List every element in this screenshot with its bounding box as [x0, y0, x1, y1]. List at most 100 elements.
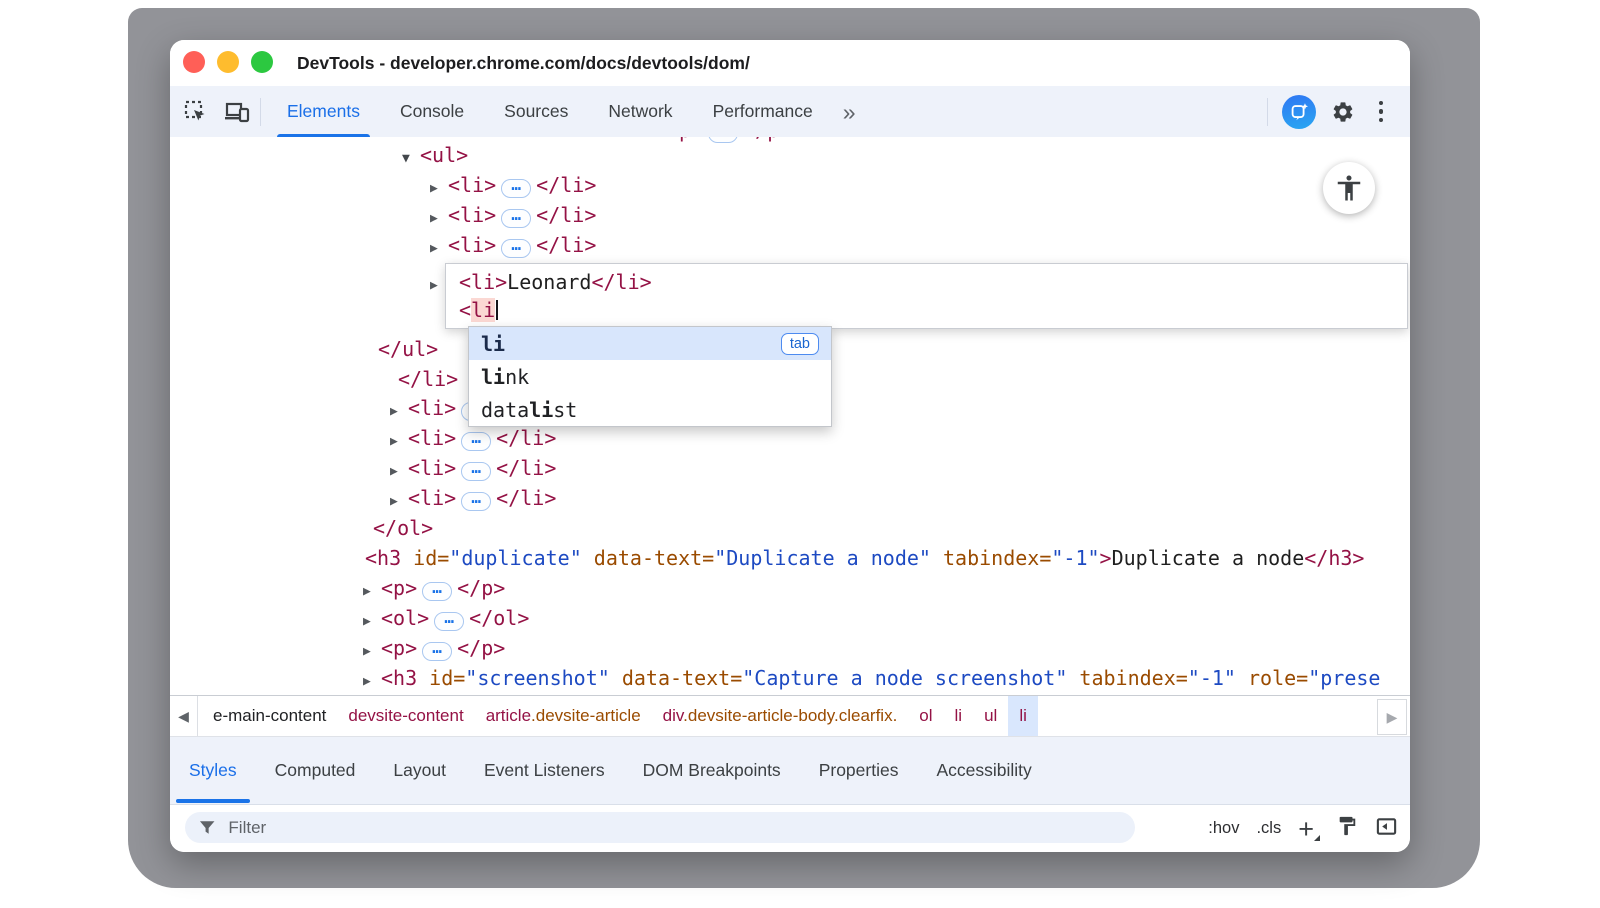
- breadcrumb-scroll-right-button[interactable]: ▶: [1377, 699, 1407, 735]
- edit-line-1: <li>Leonard</li>: [459, 268, 1407, 296]
- breadcrumb-item-devsite-content[interactable]: devsite-content: [337, 696, 474, 736]
- toggle-sidebar-button[interactable]: [1375, 815, 1398, 843]
- code-token-attr: data-text=: [582, 546, 714, 570]
- ellipsis-pill[interactable]: …: [422, 642, 452, 661]
- ellipsis-pill[interactable]: …: [708, 137, 738, 143]
- tab-layout[interactable]: Layout: [374, 737, 465, 804]
- expand-arrow-icon[interactable]: ▶: [430, 235, 448, 263]
- tab-network[interactable]: Network: [588, 86, 692, 137]
- ellipsis-pill[interactable]: …: [422, 582, 452, 601]
- tab-computed[interactable]: Computed: [256, 737, 375, 804]
- stage: DevTools - developer.chrome.com/docs/dev…: [0, 0, 1600, 908]
- chevron-right-icon: ▶: [1387, 709, 1398, 726]
- dom-tree-row[interactable]: ▶<li>…</li>: [430, 171, 596, 199]
- breadcrumb-item-ul[interactable]: ul: [973, 696, 1008, 736]
- ellipsis-pill[interactable]: …: [461, 492, 491, 511]
- dom-tree-row[interactable]: ▼<ul>: [402, 141, 468, 169]
- text-caret: [496, 300, 498, 320]
- expand-arrow-icon[interactable]: ▶: [363, 608, 381, 636]
- class-toggle-button[interactable]: .cls: [1256, 819, 1281, 838]
- ellipsis-pill[interactable]: …: [501, 239, 531, 258]
- traffic-light-minimize-button[interactable]: [217, 51, 239, 73]
- tab-event-listeners[interactable]: Event Listeners: [465, 737, 624, 804]
- tab-accessibility[interactable]: Accessibility: [917, 737, 1050, 804]
- dom-tree-row[interactable]: <h3 id="duplicate" data-text="Duplicate …: [365, 544, 1364, 572]
- node-edit-box[interactable]: <li>Leonard</li> <li: [445, 263, 1408, 329]
- autocomplete-item-li[interactable]: litab: [469, 327, 831, 360]
- ellipsis-pill[interactable]: …: [461, 432, 491, 451]
- dom-tree-row[interactable]: ▶<ol>…</ol>: [363, 604, 529, 632]
- code-token-tag: </li>: [536, 233, 596, 257]
- collapse-arrow-icon[interactable]: ▼: [402, 145, 420, 173]
- traffic-light-close-button[interactable]: [183, 51, 205, 73]
- edit-line-2[interactable]: <li: [459, 296, 1407, 324]
- expand-arrow-icon[interactable]: ▶: [430, 175, 448, 203]
- expand-arrow-icon[interactable]: ▶: [390, 488, 408, 516]
- settings-button[interactable]: [1324, 93, 1362, 131]
- dom-tree-row[interactable]: ▶<li>…</li>: [390, 424, 556, 452]
- code-token-tag: </h3>: [1304, 546, 1364, 570]
- dom-tree-row[interactable]: ▶<li>…</li>: [430, 201, 596, 229]
- dom-tree-row[interactable]: </ul>: [378, 335, 438, 363]
- autocomplete-item-link[interactable]: link: [469, 360, 831, 393]
- dom-tree-row[interactable]: ▶<p>…</p>: [363, 634, 505, 662]
- code-token-tag: <li>: [448, 203, 496, 227]
- expand-arrow-icon[interactable]: ▶: [430, 205, 448, 233]
- tab-properties[interactable]: Properties: [800, 737, 918, 804]
- expand-arrow-icon[interactable]: ▶: [363, 578, 381, 606]
- breadcrumb-item-li[interactable]: li: [944, 696, 974, 736]
- breadcrumb-part-class: .devsite-article-body.clearfix.: [683, 706, 897, 725]
- ai-assistant-button[interactable]: [1282, 95, 1316, 129]
- window-title: DevTools - developer.chrome.com/docs/dev…: [297, 40, 750, 86]
- code-token-tag: <h3: [381, 666, 417, 690]
- tab-elements[interactable]: Elements: [267, 86, 380, 137]
- more-options-button[interactable]: [1362, 93, 1400, 131]
- tab-performance[interactable]: Performance: [693, 86, 833, 137]
- new-style-rule-button[interactable]: +: [1298, 819, 1319, 839]
- breadcrumb-item-div-devsite-article-body-clearfix[interactable]: div.devsite-article-body.clearfix.: [652, 696, 909, 736]
- ellipsis-pill[interactable]: …: [501, 179, 531, 198]
- dom-tree-row[interactable]: ▶<li>…</li>: [390, 484, 556, 512]
- breadcrumb-item-ol[interactable]: ol: [908, 696, 943, 736]
- code-token-tag: </li>: [496, 426, 556, 450]
- tab-console[interactable]: Console: [380, 86, 484, 137]
- expand-arrow-icon[interactable]: ▶: [363, 638, 381, 666]
- ellipsis-pill[interactable]: …: [501, 209, 531, 228]
- breadcrumb-item-li[interactable]: li: [1008, 696, 1038, 736]
- expand-arrow-icon[interactable]: ▶: [390, 458, 408, 486]
- gear-icon: [1331, 100, 1355, 124]
- filter-input[interactable]: [226, 817, 1121, 839]
- inspect-element-button[interactable]: [178, 95, 212, 129]
- traffic-light-zoom-button[interactable]: [251, 51, 273, 73]
- accessibility-widget-button[interactable]: [1323, 162, 1375, 214]
- paint-format-button[interactable]: [1336, 815, 1358, 842]
- expand-arrow-icon[interactable]: ▶: [363, 668, 381, 695]
- expand-arrow-icon[interactable]: ▶: [390, 398, 408, 426]
- tab-dom-breakpoints[interactable]: DOM Breakpoints: [624, 737, 800, 804]
- dom-tree-row[interactable]: ▶<li>…</li>: [390, 454, 556, 482]
- tab-sources[interactable]: Sources: [484, 86, 588, 137]
- more-panels-button[interactable]: »: [833, 88, 866, 136]
- code-token-tag: </li>: [536, 173, 596, 197]
- expand-arrow-icon[interactable]: ▶: [390, 428, 408, 456]
- dom-tree-row[interactable]: <p>…</p>: [667, 137, 791, 144]
- code-token-tag: <li>: [408, 486, 456, 510]
- dom-tree-row[interactable]: </ol>: [373, 514, 433, 542]
- dom-tree-row[interactable]: </li>: [398, 365, 458, 393]
- dom-tree-row[interactable]: ▶<p>…</p>: [363, 574, 505, 602]
- breadcrumb-scroll-left-button[interactable]: ◀: [170, 696, 198, 736]
- corner-triangle-icon: [1314, 835, 1320, 841]
- tab-styles[interactable]: Styles: [170, 737, 256, 804]
- ellipsis-pill[interactable]: …: [434, 612, 464, 631]
- ellipsis-pill[interactable]: …: [461, 462, 491, 481]
- dom-tree-row[interactable]: ▶<h3 id="screenshot" data-text="Capture …: [363, 664, 1380, 692]
- device-toolbar-button[interactable]: [220, 95, 254, 129]
- dom-tree-row[interactable]: ▶<li>…</li>: [430, 231, 596, 259]
- code-token-attr: id=: [417, 666, 465, 690]
- code-token-val: "-1": [1188, 666, 1236, 690]
- breadcrumb-item-e-main-content[interactable]: e-main-content: [202, 696, 337, 736]
- filter-field[interactable]: [185, 812, 1135, 843]
- breadcrumb-item-article-devsite-article[interactable]: article.devsite-article: [475, 696, 652, 736]
- autocomplete-item-datalist[interactable]: datalist: [469, 393, 831, 426]
- pseudo-state-button[interactable]: :hov: [1208, 819, 1239, 838]
